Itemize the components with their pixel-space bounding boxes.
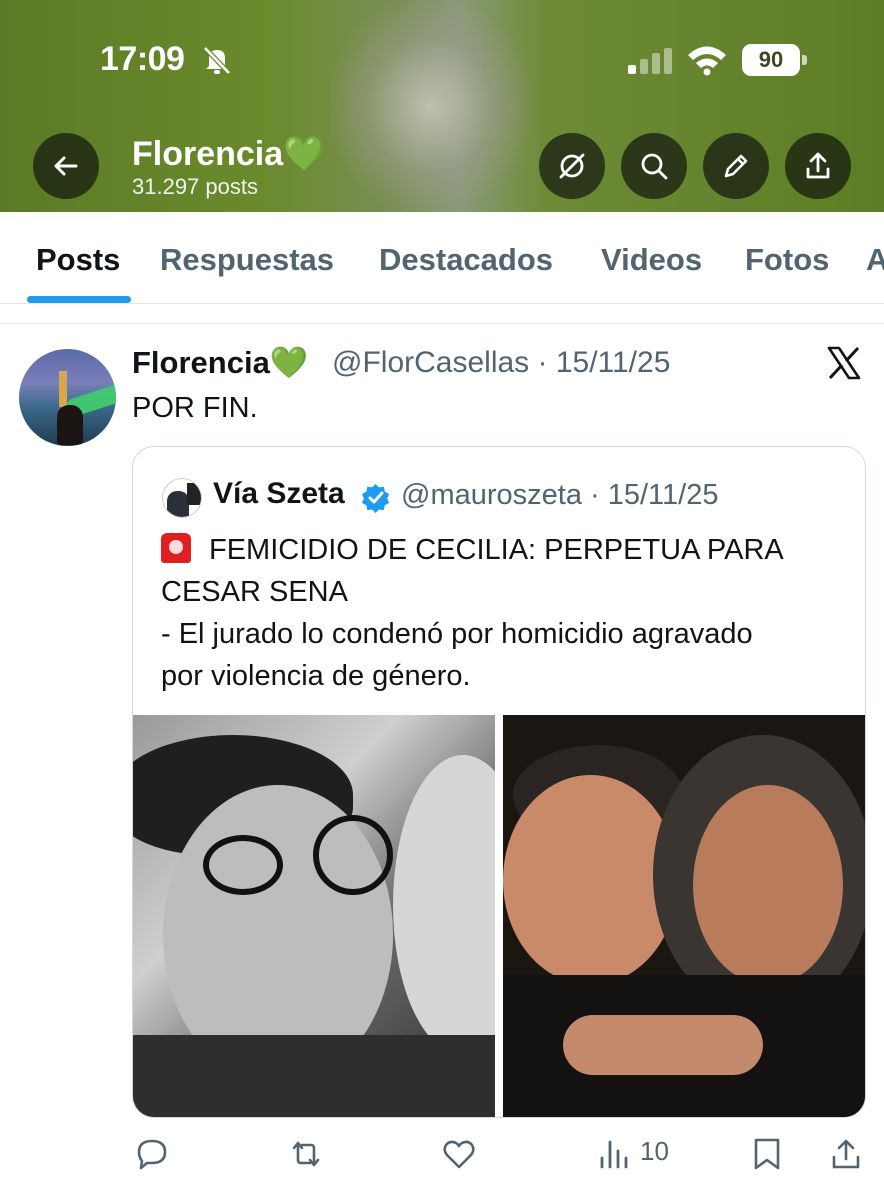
status-time: 17:09 xyxy=(100,40,185,78)
tweet-text: POR FIN. xyxy=(132,392,258,424)
profile-name: Florencia💚 xyxy=(132,135,326,173)
signal-icon xyxy=(628,48,672,74)
quote-photo-right[interactable] xyxy=(503,715,865,1117)
verified-badge-icon xyxy=(361,483,390,513)
edit-button[interactable] xyxy=(703,133,769,199)
repost-icon[interactable] xyxy=(288,1136,324,1172)
quote-line: - El jurado lo condenó por homicidio agr… xyxy=(161,618,753,650)
share-icon xyxy=(806,152,830,179)
quote-line: por violencia de género. xyxy=(161,660,471,692)
banner-blur xyxy=(330,0,530,212)
profile-banner: 17:09 90 Florencia💚 31.297 posts xyxy=(0,0,884,212)
quote-text: FEMICIDIO DE CECILIA: PERPETUA PARA CESA… xyxy=(161,529,851,697)
views-count[interactable]: 10 xyxy=(640,1136,669,1167)
divider xyxy=(0,323,884,324)
battery-level: 90 xyxy=(742,44,800,76)
share-profile-button[interactable] xyxy=(785,133,851,199)
posts-count: 31.297 posts xyxy=(132,174,258,199)
avatar[interactable] xyxy=(19,349,116,446)
grok-icon xyxy=(559,153,585,179)
tab-destacados[interactable]: Destacados xyxy=(379,242,553,278)
siren-icon xyxy=(161,533,191,563)
tab-fotos[interactable]: Fotos xyxy=(745,242,829,278)
search-icon xyxy=(641,153,668,180)
search-button[interactable] xyxy=(621,133,687,199)
bell-off-icon xyxy=(203,46,231,75)
like-icon[interactable] xyxy=(441,1136,477,1172)
battery-icon: 90 xyxy=(742,44,808,76)
tab-more[interactable]: A xyxy=(866,242,884,278)
views-icon[interactable] xyxy=(598,1136,634,1172)
tab-videos[interactable]: Videos xyxy=(601,242,702,278)
tweet-handle-date[interactable]: @FlorCasellas · 15/11/25 xyxy=(332,346,670,380)
tweet-actions xyxy=(0,1130,884,1180)
quoted-tweet-card[interactable]: Vía Szeta @mauroszeta · 15/11/25 FEMICID… xyxy=(132,446,866,1118)
tab-respuestas[interactable]: Respuestas xyxy=(160,242,334,278)
profile-tabs: Posts Respuestas Destacados Videos Fotos… xyxy=(0,212,884,304)
reply-icon[interactable] xyxy=(134,1136,170,1172)
grok-button[interactable] xyxy=(539,133,605,199)
quote-line: CESAR SENA xyxy=(161,576,348,608)
wifi-icon xyxy=(688,46,726,76)
share-icon[interactable] xyxy=(828,1136,864,1172)
quote-handle-date[interactable]: @mauroszeta · 15/11/25 xyxy=(401,479,718,512)
quote-avatar[interactable] xyxy=(162,478,202,518)
bookmark-icon[interactable] xyxy=(749,1136,785,1172)
back-arrow-icon xyxy=(54,156,78,176)
back-button[interactable] xyxy=(33,133,99,199)
quote-line: FEMICIDIO DE CECILIA: PERPETUA PARA xyxy=(209,534,784,566)
quote-photo-left[interactable] xyxy=(133,715,495,1117)
quote-author-name[interactable]: Vía Szeta xyxy=(213,477,345,511)
tab-posts[interactable]: Posts xyxy=(36,242,120,278)
edit-icon xyxy=(724,154,748,178)
tweet-author-name[interactable]: Florencia💚 xyxy=(132,344,308,381)
x-logo-icon[interactable] xyxy=(826,345,862,381)
active-tab-indicator xyxy=(27,296,131,303)
